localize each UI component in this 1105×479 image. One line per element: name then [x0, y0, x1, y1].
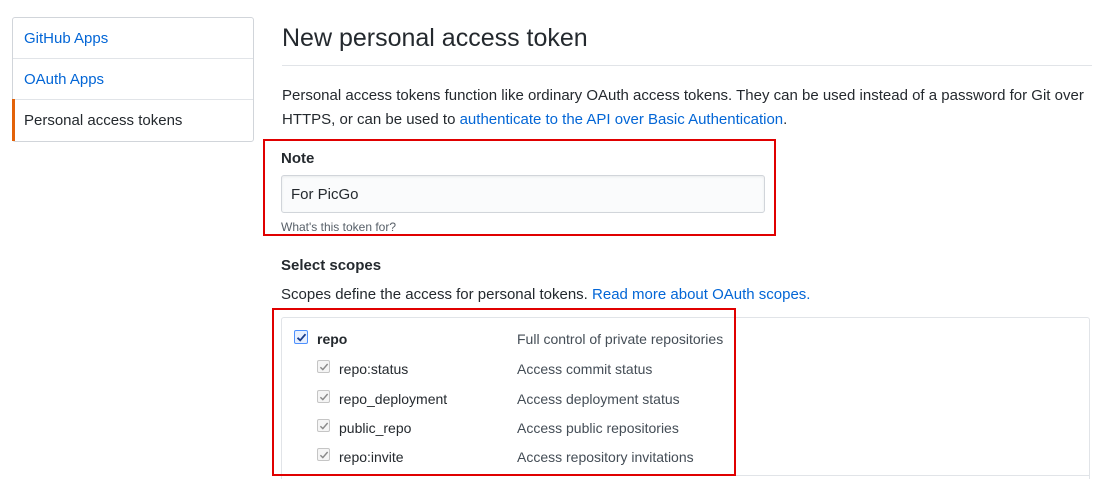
scope-name-repo: repo: [317, 331, 348, 347]
scopes-desc-text: Scopes define the access for personal to…: [281, 286, 593, 303]
note-input[interactable]: [281, 175, 765, 213]
page-title: New personal access token: [282, 24, 588, 52]
title-divider: [282, 65, 1092, 66]
scope-checkbox-repo[interactable]: [294, 330, 308, 344]
scope-name-repo-deployment: repo_deployment: [339, 391, 448, 407]
scope-checkbox-repo-deployment[interactable]: [317, 390, 330, 403]
scopes-list: repo Full control of private repositorie…: [281, 317, 1090, 479]
scope-desc-repo: Full control of private repositories: [517, 331, 724, 347]
sidebar-item-github-apps[interactable]: GitHub Apps: [13, 18, 253, 59]
scope-name-repo-status: repo:status: [339, 361, 409, 377]
sidebar-item-personal-access-tokens[interactable]: Personal access tokens: [12, 99, 253, 141]
scope-name-repo-invite: repo:invite: [339, 449, 404, 465]
scope-desc-repo-status: Access commit status: [517, 361, 653, 377]
basic-auth-link[interactable]: authenticate to the API over Basic Authe…: [460, 111, 784, 128]
scopes-divider: [282, 475, 1089, 476]
sidebar-item-oauth-apps[interactable]: OAuth Apps: [13, 59, 253, 100]
scope-name-public-repo: public_repo: [339, 420, 412, 436]
scopes-description: Scopes define the access for personal to…: [281, 286, 810, 303]
scope-checkbox-repo-invite[interactable]: [317, 448, 330, 461]
scope-desc-public-repo: Access public repositories: [517, 420, 679, 436]
note-label: Note: [281, 150, 315, 167]
intro-paragraph: Personal access tokens function like ord…: [282, 84, 1097, 131]
scope-desc-repo-deployment: Access deployment status: [517, 391, 680, 407]
scope-desc-repo-invite: Access repository invitations: [517, 449, 694, 465]
scope-checkbox-public-repo[interactable]: [317, 419, 330, 432]
intro-text-end: .: [783, 110, 788, 128]
settings-sidebar: GitHub Apps OAuth Apps Personal access t…: [12, 17, 254, 142]
scope-checkbox-repo-status[interactable]: [317, 360, 330, 373]
note-hint: What's this token for?: [281, 220, 397, 234]
select-scopes-label: Select scopes: [281, 257, 382, 274]
oauth-scopes-link[interactable]: Read more about OAuth scopes.: [592, 286, 810, 303]
